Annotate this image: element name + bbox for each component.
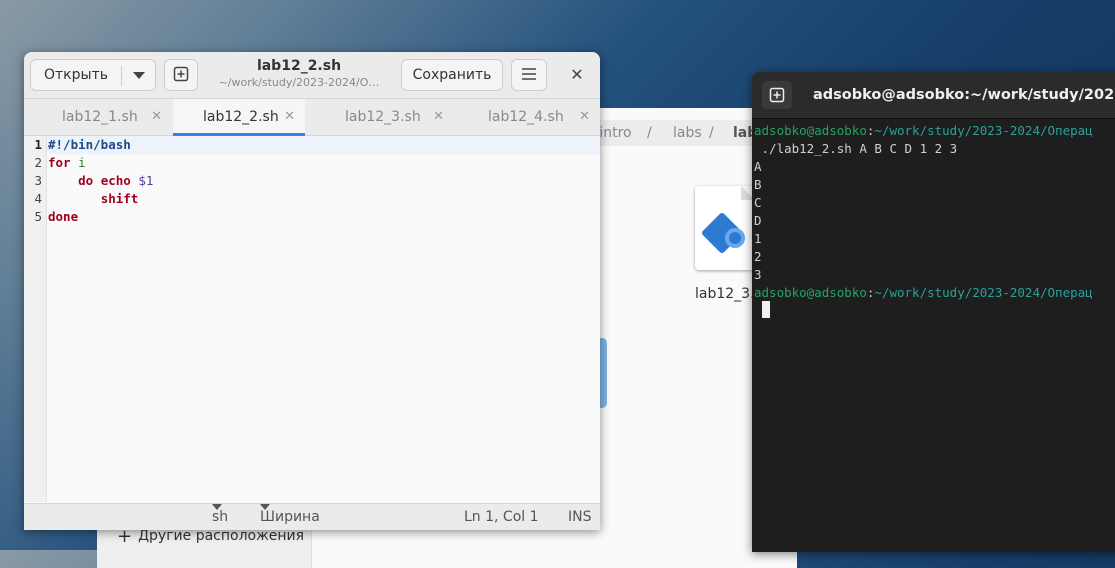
terminal-cursor[interactable]: [762, 301, 770, 318]
line-number: 4: [34, 191, 42, 206]
new-tab-icon: [769, 87, 785, 103]
terminal-window: adsobko@adsobko:~/work/study/2023-2024 a…: [752, 72, 1115, 552]
prompt-path: ~/work/study/2023-2024/Операц: [874, 285, 1093, 300]
path-separator: /: [709, 125, 714, 141]
tab-bar: lab12_1.sh ✕ lab12_2.sh ✕ lab12_3.sh ✕ l…: [24, 99, 600, 136]
keyword: echo: [100, 173, 131, 188]
main-menu-button[interactable]: [511, 59, 547, 91]
path-separator: /: [647, 125, 652, 141]
chevron-down-icon: [212, 504, 222, 510]
command-line: ./lab12_2.sh A B C D 1 2 3: [754, 141, 958, 156]
new-tab-button[interactable]: [164, 59, 198, 91]
text-editor-window: Открыть lab12_2.sh ~/work/study/2023-202…: [24, 52, 600, 530]
tab-close-icon[interactable]: ✕: [433, 99, 444, 135]
new-tab-button[interactable]: [762, 81, 792, 109]
keyword: done: [48, 209, 79, 224]
prompt-path: ~/work/study/2023-2024/Операц: [874, 123, 1093, 138]
insert-mode-indicator: INS: [568, 509, 592, 525]
line-number: 2: [34, 155, 42, 170]
code-line-3: do echo $1: [48, 172, 153, 190]
header-bar: Открыть lab12_2.sh ~/work/study/2023-202…: [24, 52, 600, 99]
open-dropdown-button[interactable]: [122, 60, 156, 90]
chevron-down-icon: [133, 71, 145, 79]
window-title: lab12_2.sh ~/work/study/2023-2024/О…: [204, 57, 394, 91]
keyword: do: [78, 173, 94, 188]
output-line: 1: [754, 231, 762, 246]
line-number: 3: [34, 173, 42, 188]
status-bar: sh Ширина табуляции: 8 Ln 1, Col 1 INS: [24, 503, 600, 530]
keyword: for: [48, 155, 71, 170]
cursor-position[interactable]: Ln 1, Col 1: [464, 504, 539, 530]
hamburger-menu-icon: [522, 68, 536, 80]
prompt-line: adsobko@adsobko:~/work/study/2023-2024/О…: [754, 123, 1093, 138]
path-segment[interactable]: labs: [673, 120, 702, 146]
code-line-2: for i: [48, 154, 86, 172]
loop-variable: i: [78, 155, 86, 170]
tab-lab12-4[interactable]: lab12_4.sh ✕: [455, 99, 600, 135]
new-tab-icon: [173, 66, 189, 82]
code-line-1: #!/bin/bash: [48, 136, 131, 154]
prompt-line: adsobko@adsobko:~/work/study/2023-2024/О…: [754, 285, 1093, 300]
tab-label: lab12_3.sh: [345, 109, 421, 125]
open-button[interactable]: Открыть: [31, 60, 121, 90]
prompt-user: adsobko@adsobko: [754, 285, 867, 300]
output-line: B: [754, 177, 762, 192]
code-line-5: done: [48, 208, 78, 226]
document-title: lab12_2.sh: [256, 58, 342, 74]
close-window-button[interactable]: ✕: [562, 59, 592, 91]
output-line: D: [754, 213, 762, 228]
tab-close-icon[interactable]: ✕: [151, 99, 162, 135]
code-editor[interactable]: 1 2 3 4 5 #!/bin/bash for i do echo $1 s…: [24, 136, 600, 502]
script-file-icon[interactable]: [695, 186, 755, 270]
output-line: C: [754, 195, 762, 210]
tab-close-icon[interactable]: ✕: [284, 99, 295, 135]
tab-lab12-1[interactable]: lab12_1.sh ✕: [24, 99, 172, 135]
tab-label: lab12_1.sh: [62, 109, 138, 125]
keyword: shift: [100, 191, 139, 206]
line-number: 5: [34, 209, 42, 224]
tab-width-label: Ширина табуляции: 8: [260, 509, 320, 525]
save-button[interactable]: Сохранить: [401, 59, 503, 91]
prompt-user: adsobko@adsobko: [754, 123, 867, 138]
chevron-down-icon: [260, 504, 270, 510]
line-number: 1: [34, 137, 42, 152]
close-icon: ✕: [570, 65, 584, 84]
output-line: 2: [754, 249, 762, 264]
code-line-4: shift: [48, 190, 139, 208]
shebang: #!/bin/bash: [48, 137, 131, 152]
output-line: 3: [754, 267, 762, 282]
tab-label: lab12_4.sh: [488, 109, 564, 125]
terminal-title: adsobko@adsobko:~/work/study/2023-2024: [813, 87, 1115, 103]
positional-variable: $1: [138, 173, 154, 188]
open-button-group: Открыть: [30, 59, 156, 91]
document-path: ~/work/study/2023-2024/О…: [218, 76, 380, 89]
tab-lab12-2[interactable]: lab12_2.sh ✕: [173, 99, 305, 136]
terminal-header: adsobko@adsobko:~/work/study/2023-2024: [752, 72, 1115, 119]
sidebar-item-label: Другие расположения: [138, 528, 305, 544]
tab-label: lab12_2.sh: [203, 109, 279, 125]
output-line: A: [754, 159, 762, 174]
tab-lab12-3[interactable]: lab12_3.sh ✕: [306, 99, 454, 135]
tab-close-icon[interactable]: ✕: [579, 99, 590, 135]
